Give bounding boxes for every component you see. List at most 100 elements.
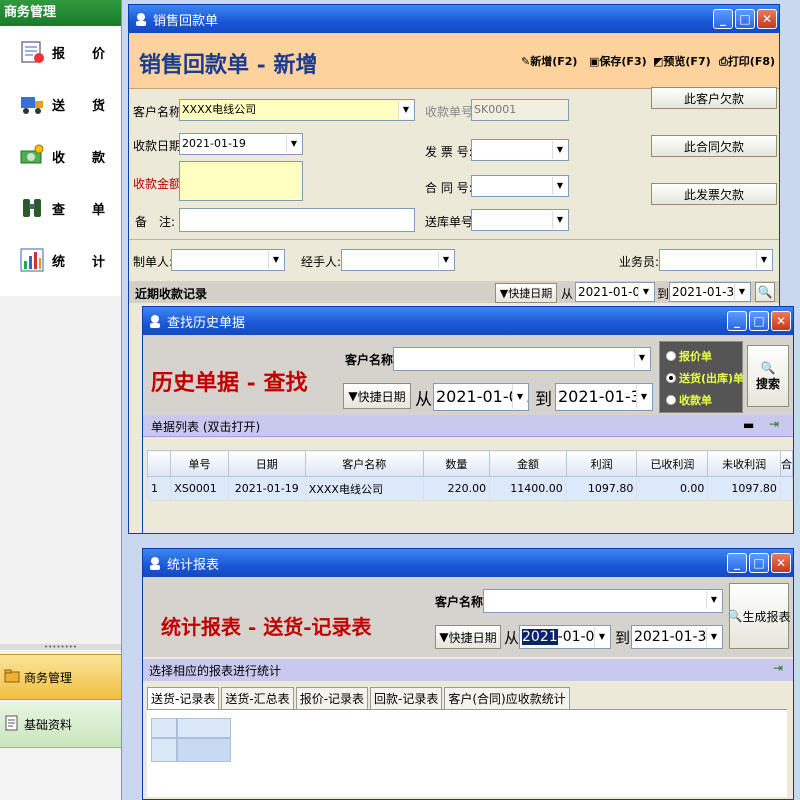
to-date-picker[interactable]: 2021-01-31 ▼ [555,383,653,411]
col-quantity[interactable]: 数量 [422,450,491,477]
titlebar[interactable]: 统计报表 _ □ ✕ [143,549,793,577]
grid-cell[interactable] [177,738,231,762]
from-date-picker[interactable]: 2021-01-01 ▼ [433,383,529,411]
tab-delivery-summary[interactable]: 送货-汇总表 [221,687,294,709]
save-button[interactable]: ▣保存(F3) [589,53,647,69]
receipt-date-value: 2021-01-19 [182,137,246,150]
chevron-down-icon[interactable]: ▼ [634,349,649,367]
window-title: 销售回款单 [153,13,219,29]
quick-date-button[interactable]: ▼快捷日期 [495,283,557,303]
quick-date-button[interactable]: ▼快捷日期 [435,625,501,649]
nav-item-receipt[interactable]: 收 款 [0,130,121,182]
col-doc-no[interactable]: 单号 [170,450,229,477]
col-date[interactable]: 日期 [227,450,306,477]
nav-splitter-grip[interactable]: •••••••• [0,644,121,651]
to-label: 到 [657,287,670,301]
export-excel-icon[interactable]: ⇥ [769,417,779,431]
radio-receipt[interactable]: 收款单 [666,392,712,408]
grid-row-header[interactable] [151,738,177,762]
collapse-icon[interactable]: ▬ [743,418,754,432]
col-index[interactable] [146,450,172,477]
receipt-no-field[interactable]: SK0001 [471,99,569,121]
nav-item-delivery[interactable]: 送 货 [0,78,121,130]
grid-header-cell[interactable] [177,718,231,738]
minimize-button[interactable]: _ [713,9,733,29]
chevron-down-icon[interactable]: ▼ [512,385,527,409]
chevron-down-icon[interactable]: ▼ [706,627,721,647]
chevron-down-icon[interactable]: ▼ [734,284,749,300]
maximize-button[interactable]: □ [735,9,755,29]
generate-report-button[interactable]: 🔍 生成报表 [728,583,790,649]
minimize-button[interactable]: _ [727,311,747,331]
maker-select[interactable]: ▼ [171,249,285,271]
contract-select[interactable]: ▼ [471,175,569,197]
window-title: 统计报表 [167,557,220,573]
tab-delivery-records[interactable]: 送货-记录表 [147,687,220,709]
handler-select[interactable]: ▼ [341,249,455,271]
customer-select[interactable]: ▼ [393,347,651,371]
records-to-date[interactable]: 2021-01-31 ▼ [669,282,751,302]
chevron-down-icon[interactable]: ▼ [636,385,651,409]
preview-button[interactable]: ◩预览(F7) [653,53,711,69]
col-received-profit[interactable]: 已收利润 [636,450,709,477]
titlebar[interactable]: 查找历史单据 _ □ ✕ [143,307,793,335]
from-date-picker[interactable]: 2021-01-01 ▼ [519,625,611,649]
records-search-button[interactable]: 🔍 [755,282,775,302]
app-icon [147,555,163,571]
new-button[interactable]: ✎新增(F2) [521,53,577,69]
delivery-no-select[interactable]: ▼ [471,209,569,231]
nav-group-business[interactable]: 商务管理 [0,654,121,700]
chevron-down-icon[interactable]: ▼ [552,177,567,195]
nav-group-basic-data[interactable]: 基础资料 [0,702,121,748]
col-profit[interactable]: 利润 [565,450,638,477]
radio-delivery[interactable]: 送货(出库)单 [666,370,744,386]
close-button[interactable]: ✕ [771,311,791,331]
invoice-debt-button[interactable]: 此发票欠款 [651,183,777,205]
chevron-down-icon[interactable]: ▼ [706,591,721,609]
nav-item-stats[interactable]: 统 计 [0,234,121,286]
chevron-down-icon[interactable]: ▼ [268,251,283,269]
search-button[interactable]: 🔍 搜索 [747,345,789,407]
nav-item-quote[interactable]: 报 价 [0,26,121,78]
col-more[interactable]: 合 [779,450,794,477]
col-amount[interactable]: 金额 [489,450,567,477]
customer-debt-button[interactable]: 此客户欠款 [651,87,777,109]
col-customer[interactable]: 客户名称 [304,450,424,477]
report-title: 统计报表 - 送货-记录表 [161,615,372,639]
chevron-down-icon[interactable]: ▼ [552,211,567,229]
chevron-down-icon[interactable]: ▼ [398,101,413,119]
print-button[interactable]: ⎙打印(F8) [719,53,775,69]
export-excel-icon[interactable]: ⇥ [773,661,783,675]
chevron-down-icon[interactable]: ▼ [594,627,609,647]
invoice-select[interactable]: ▼ [471,139,569,161]
tab-receipt-records[interactable]: 回款-记录表 [370,687,443,709]
chevron-down-icon[interactable]: ▼ [552,141,567,159]
close-button[interactable]: ✕ [771,553,791,573]
tab-quote-records[interactable]: 报价-记录表 [295,687,369,709]
col-unreceived-profit[interactable]: 未收利润 [707,450,781,477]
radio-quote[interactable]: 报价单 [666,348,712,364]
customer-select[interactable]: XXXX电线公司 ▼ [179,99,415,121]
note-field[interactable] [179,208,415,232]
chevron-down-icon[interactable]: ▼ [756,251,771,269]
quick-date-button[interactable]: ▼快捷日期 [343,383,411,409]
records-from-date[interactable]: 2021-01-01 ▼ [575,282,655,302]
maximize-button[interactable]: □ [749,553,769,573]
titlebar[interactable]: 销售回款单 _ □ ✕ [129,5,779,33]
maximize-button[interactable]: □ [749,311,769,331]
salesman-select[interactable]: ▼ [659,249,773,271]
nav-item-search[interactable]: 查 单 [0,182,121,234]
chevron-down-icon[interactable]: ▼ [438,251,453,269]
receipt-date-picker[interactable]: 2021-01-19 ▼ [179,133,303,155]
close-button[interactable]: ✕ [757,9,777,29]
grid-corner-cell[interactable] [151,718,177,738]
to-date-picker[interactable]: 2021-01-31 ▼ [631,625,723,649]
minimize-button[interactable]: _ [727,553,747,573]
chevron-down-icon[interactable]: ▼ [286,135,301,153]
table-row[interactable]: 1 XS0001 2021-01-19 XXXX电线公司 220.00 1140… [146,476,794,501]
chevron-down-icon[interactable]: ▼ [638,284,653,300]
customer-select[interactable]: ▼ [483,589,723,613]
amount-field[interactable] [179,161,303,201]
contract-debt-button[interactable]: 此合同欠款 [651,135,777,157]
tab-receivables-stats[interactable]: 客户(合同)应收款统计 [444,687,570,709]
